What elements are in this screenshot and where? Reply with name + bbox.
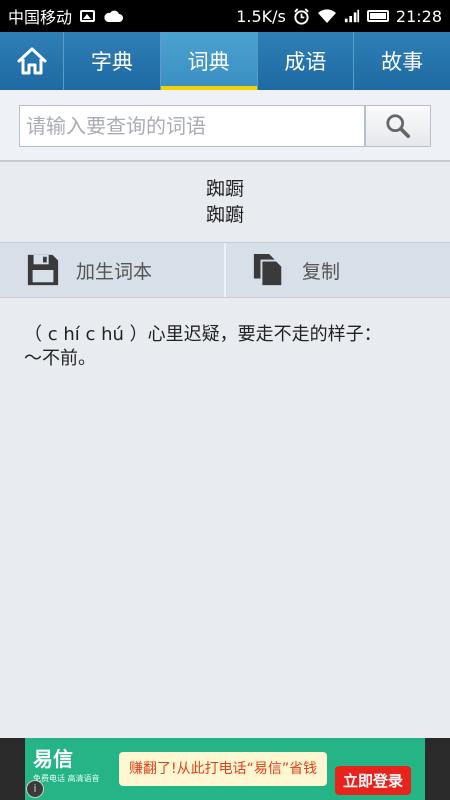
- tab-bar: 字典 词典 成语 故事: [0, 32, 450, 90]
- carrier-label: 中国移动: [8, 8, 73, 27]
- ad-info-icon[interactable]: i: [26, 780, 44, 798]
- headword-traditional: 踟躕: [205, 204, 244, 226]
- search-area: [0, 90, 450, 162]
- tab-label: 字典: [90, 50, 133, 74]
- ad-login-button[interactable]: 立即登录: [334, 766, 411, 795]
- tab-chengyu[interactable]: 成语: [258, 32, 355, 90]
- definition-text: （ c hí c hú ）心里迟疑，要走不走的样子：～不前。: [24, 324, 382, 369]
- search-button[interactable]: [365, 105, 431, 147]
- headword: 踟蹰 踟躕: [0, 176, 450, 228]
- copy-label: 复制: [302, 260, 341, 283]
- tab-cidian[interactable]: 词典: [160, 32, 258, 90]
- ad-slogan: 赚翻了!从此打电话“易信”省钱: [119, 752, 328, 786]
- network-speed: 1.5K/s: [236, 6, 286, 26]
- clock: 21:28: [395, 6, 442, 26]
- home-icon: [17, 47, 46, 75]
- search-input[interactable]: [19, 105, 365, 147]
- signal-icon: [344, 9, 360, 23]
- headword-simplified: 踟蹰: [205, 178, 244, 200]
- tab-label: 成语: [284, 50, 327, 74]
- status-bar: 中国移动 1.5K/s 21:28: [0, 0, 450, 32]
- tab-label: 词典: [187, 50, 230, 74]
- ad-content[interactable]: 易信 免费电话 高清语音 赚翻了!从此打电话“易信”省钱 立即登录: [25, 738, 425, 800]
- action-bar: 加生词本 复制: [0, 242, 450, 298]
- save-icon: [27, 254, 59, 286]
- search-icon: [386, 114, 411, 139]
- ad-banner[interactable]: 易信 免费电话 高清语音 赚翻了!从此打电话“易信”省钱 立即登录: [0, 738, 450, 800]
- tab-label: 故事: [381, 50, 424, 74]
- add-wordbook-label: 加生词本: [76, 260, 153, 283]
- tab-gushi[interactable]: 故事: [354, 32, 450, 90]
- image-icon: [80, 10, 96, 22]
- ad-brand-sub: 免费电话 高清语音: [33, 774, 100, 783]
- tab-zidian[interactable]: 字典: [64, 32, 161, 90]
- ad-brand: 易信: [33, 747, 73, 771]
- wifi-icon: [317, 9, 336, 23]
- cloud-icon: [104, 10, 124, 22]
- battery-icon: [366, 10, 389, 22]
- copy-button[interactable]: 复制: [224, 243, 450, 297]
- copy-icon: [253, 253, 284, 287]
- add-wordbook-button[interactable]: 加生词本: [0, 243, 224, 297]
- home-button[interactable]: [0, 32, 64, 90]
- alarm-icon: [294, 7, 309, 25]
